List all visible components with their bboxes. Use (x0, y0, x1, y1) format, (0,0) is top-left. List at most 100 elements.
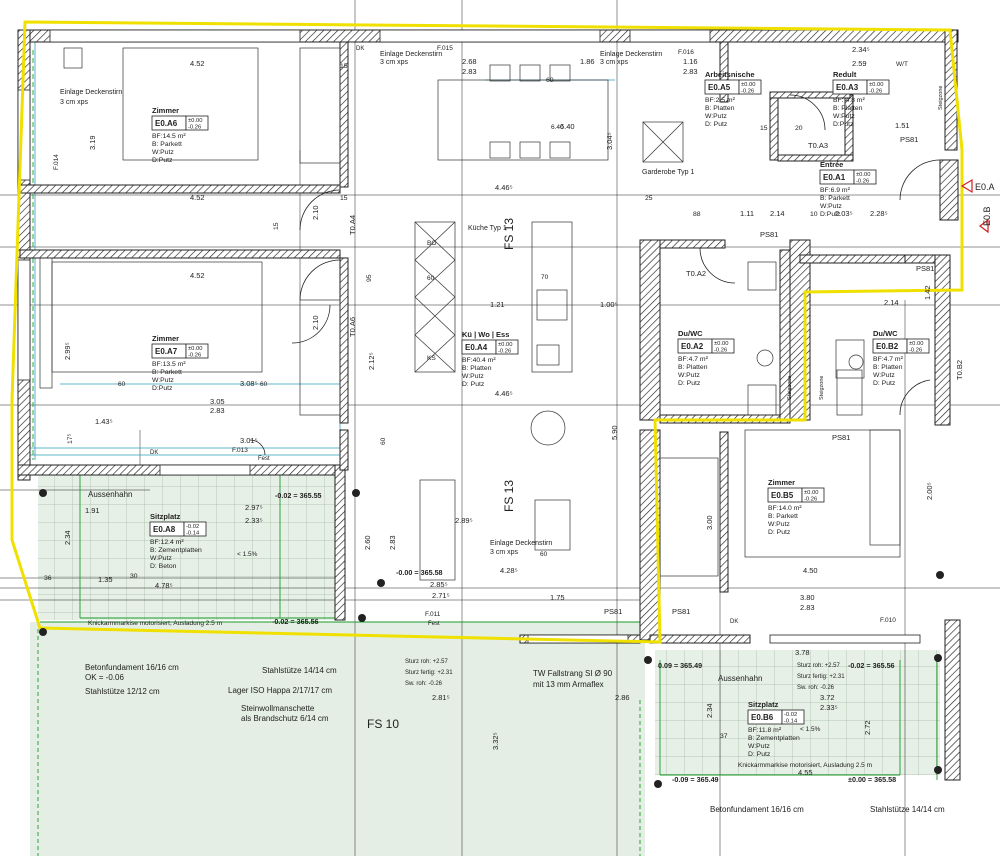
room-area: BF: 4.8 m² (833, 97, 865, 104)
room-name: Entrée (820, 160, 843, 169)
misc-annotation: < 1.5% (800, 726, 821, 733)
dimension-value: 2.99⁵ (63, 342, 72, 360)
level-mark: -0.02 = 365.56 (848, 661, 895, 670)
level-mark: -0.02 = 365.55 (275, 491, 322, 500)
level-mark: -0.00 = 365.58 (396, 568, 443, 577)
lintel-note: Sturz roh: +2.57 (797, 663, 841, 669)
construction-callout: Betonfundament 16/16 cm (710, 805, 804, 814)
green-note: 3 cm xps (60, 99, 89, 106)
room-name: Zimmer (768, 478, 795, 487)
room-ceiling: D: Putz (705, 121, 728, 128)
room-name: Du/WC (678, 329, 703, 338)
misc-annotation: F.011 (425, 611, 441, 618)
room-level-top: ±0.00 (804, 490, 818, 496)
room-wall: W:Putz (462, 373, 484, 380)
room-level-bottom: -0.26 (804, 497, 817, 503)
room-level-top: ±0.00 (856, 172, 870, 178)
room-name: Du/WC (873, 329, 898, 338)
dimension-value: 2.85⁵ (430, 580, 448, 589)
small-dimension: 30 (130, 573, 138, 580)
room-floor: B: Parkett (820, 195, 850, 202)
small-dimension: 15 (760, 125, 768, 132)
room-area: BF:11.8 m² (748, 727, 782, 734)
room-label-e0a4: Kü | Wo | Ess E0.A4 ±0.00-0.26BF:40.4 m²B:… (461, 330, 519, 388)
lintel-note: Sturz fertig: +2.31 (405, 670, 453, 676)
room-label-e0b2: Du/WC E0.B2 ±0.00-0.26 BF:4.7 m²B: PlattenW… (872, 329, 930, 387)
room-wall: W:Putz (748, 743, 770, 750)
door-code: T0.A3 (808, 141, 828, 150)
room-area: BF:2.5 m² (705, 97, 736, 104)
misc-annotation: 70 (541, 274, 549, 281)
room-level-top: ±0.00 (188, 118, 202, 124)
room-wall: W:Putz (873, 372, 895, 379)
room-wall: W:Putz (678, 372, 700, 379)
small-dimension: 20 (795, 125, 803, 132)
misc-annotation: W/T (896, 61, 908, 68)
room-code: E0.A4 (465, 343, 488, 352)
dimension-value: 2.72 (863, 720, 872, 735)
room-name: Zimmer (152, 106, 179, 115)
room-code: E0.B2 (876, 342, 899, 351)
dimension-value: 3.80 (800, 593, 815, 602)
dimension-value: 2.34 (705, 703, 714, 718)
misc-annotation: BO (427, 240, 436, 247)
misc-annotation: 6.40 (551, 124, 564, 131)
room-code: E0.A2 (681, 342, 704, 351)
garden-area (30, 622, 645, 856)
lintel-note: Sw. roh: -0.26 (797, 685, 835, 691)
section-mark-label: E0.B (982, 206, 992, 226)
dimension-value: 2.03⁵ (835, 209, 853, 218)
room-code: E0.A5 (708, 83, 731, 92)
room-level-bottom: -0.26 (498, 349, 511, 355)
construction-callout: mit 13 mm Armaflex (533, 680, 604, 689)
room-name: Arbeitsnische (705, 70, 755, 79)
room-floor: B: Platten (873, 364, 903, 371)
construction-callout: Betonfundament 16/16 cm (85, 663, 179, 672)
dimension-value: 2.10 (311, 205, 320, 220)
green-note: Einlage Deckenstirn (380, 51, 442, 58)
door-code: T0.B2 (955, 360, 964, 380)
misc-annotation: 60 (540, 551, 548, 558)
room-floor: B: Platten (705, 105, 735, 112)
room-level-top: ±0.00 (498, 342, 512, 348)
room-wall: W:Putz (152, 149, 174, 156)
dimension-value: 2.14 (884, 298, 899, 307)
room-level-bottom: -0.26 (714, 348, 727, 354)
room-wall: W:Putz (152, 377, 174, 384)
doors (249, 94, 941, 456)
room-level-bottom: -0.26 (188, 125, 201, 131)
shaft-label: PS81 (604, 607, 622, 616)
construction-callout: Steinwollmanschette (241, 704, 315, 713)
dimension-value: 2.33⁵ (245, 516, 263, 525)
misc-annotation: 60 (380, 437, 387, 445)
construction-callout: OK = -0.06 (85, 673, 124, 682)
room-area: BF:40.4 m² (462, 357, 496, 364)
room-level-top: ±0.00 (741, 82, 755, 88)
room-level-top: -0.02 (784, 712, 797, 718)
construction-callout: Stahlstütze 12/12 cm (85, 687, 160, 696)
room-ceiling: D: Putz (678, 380, 701, 387)
dimension-value: 1.35 (98, 575, 113, 584)
room-code: E0.A8 (153, 525, 176, 534)
door-code: T0.A6 (348, 317, 357, 337)
small-dimension: 15 (340, 63, 348, 70)
misc-annotation: F.010 (880, 617, 896, 624)
room-ceiling: D:Putz (152, 385, 173, 392)
green-note: Einlage Deckenstirn (490, 540, 552, 547)
room-level-bottom: -0.26 (188, 353, 201, 359)
room-ceiling: D:Putz (833, 121, 854, 128)
dimension-value: 1.42 (923, 285, 932, 300)
dimension-value: 2.89⁵ (455, 516, 473, 525)
misc-annotation: F.013 (232, 447, 248, 454)
level-mark: 0.09 = 365.49 (658, 661, 702, 670)
shaft-label: PS81 (672, 607, 690, 616)
lintel-note: Sturz fertig: +2.31 (797, 674, 845, 680)
dimension-value: 2.83 (388, 535, 397, 550)
misc-annotation: < 1.5% (237, 551, 258, 558)
fire-section-label: FS 13 (502, 480, 516, 512)
window-type: DK (150, 450, 158, 456)
room-ceiling: D: Putz (768, 529, 791, 536)
room-area: BF:14.5 m² (152, 133, 186, 140)
door-code: T0.A4 (348, 215, 357, 235)
room-floor: B: Zementplatten (748, 735, 800, 742)
